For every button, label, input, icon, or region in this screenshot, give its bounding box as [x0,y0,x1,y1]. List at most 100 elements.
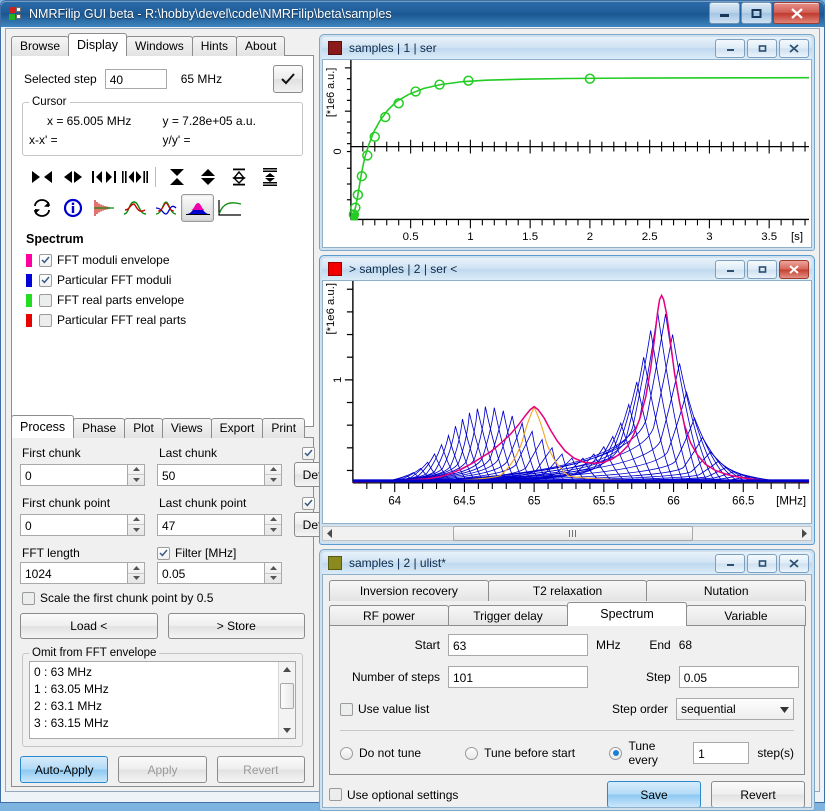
refresh-icon[interactable] [26,195,57,221]
close-button[interactable] [779,259,809,279]
ulist-revert-button[interactable]: Revert [711,781,805,807]
radio-button[interactable] [609,746,623,760]
spin-down-icon[interactable] [265,525,281,535]
first-chunk-point-input[interactable]: 0 [20,513,128,536]
spin-down-icon[interactable] [128,574,144,584]
tab-views[interactable]: Views [161,418,212,438]
expand-horizontal-icon[interactable] [119,164,150,190]
tab-display[interactable]: Display [68,33,128,56]
chart-window-ser1[interactable]: samples | 1 | ser [*1e6 a.u.] 0 0.5 1 1.… [319,34,815,251]
maximize-button[interactable] [747,38,777,58]
legend-item-particular-fft-moduli[interactable]: Particular FFT moduli [26,270,305,290]
radio-button[interactable] [340,746,353,760]
checkbox-use-optional-settings[interactable] [329,788,342,801]
fit-vertical-icon[interactable] [223,164,254,190]
checkbox-scale-first-chunk-point[interactable] [22,591,35,605]
tab-phase[interactable]: Phase [73,418,126,438]
minimize-button[interactable] [715,259,745,279]
spin-up-icon[interactable] [265,465,281,475]
ulist-tab-inversion-recovery[interactable]: Inversion recovery [329,580,489,601]
store-button[interactable]: > Store [167,613,305,639]
spin-up-icon[interactable] [265,563,281,574]
step-order-select[interactable]: sequential [676,698,794,720]
scale-first-chunk-row[interactable]: Scale the first chunk point by 0.5 [22,591,305,605]
radio-do-not-tune[interactable]: Do not tune [340,746,465,760]
tab-print[interactable]: Print [262,418,306,438]
scrollbar-thumb[interactable] [280,683,294,709]
tune-every-input[interactable]: 1 [693,742,750,764]
omit-list-scrollbar[interactable] [278,662,295,738]
checkbox-particular-fft-real-parts[interactable] [39,313,52,327]
spin-up-icon[interactable] [128,465,144,475]
zoom-in-vertical-icon[interactable] [161,164,192,190]
zoom-in-horizontal-icon[interactable] [26,164,57,190]
minimize-button[interactable] [709,2,740,24]
legend-item-fft-real-parts-envelope[interactable]: FFT real parts envelope [26,290,305,310]
last-chunk-input[interactable]: 50 [157,463,265,486]
tab-export[interactable]: Export [210,418,264,438]
minimize-button[interactable] [715,553,745,573]
evaluation-curve-icon[interactable] [214,195,245,221]
ulist-tab-rf-power[interactable]: RF power [329,605,449,626]
maximize-button[interactable] [747,259,777,279]
checkbox-last-chunk-default[interactable] [302,446,315,460]
close-button[interactable] [779,553,809,573]
save-button[interactable]: Save [607,781,701,807]
spin-down-icon[interactable] [128,475,144,485]
tab-plot[interactable]: Plot [124,418,163,438]
legend-item-fft-moduli-envelope[interactable]: FFT moduli envelope [26,250,305,270]
close-button[interactable] [779,38,809,58]
chart-window-ser1-plot[interactable]: [*1e6 a.u.] 0 0.5 1 1.5 2 2.5 3 3.5 [s] [322,59,812,248]
filter-spinner[interactable]: 0.05 [157,562,282,584]
checkbox-use-value-list[interactable] [340,702,353,716]
last-chunk-spinner[interactable]: 50 [157,463,282,486]
checkbox-filter[interactable] [157,546,170,560]
chart-window-ser1-titlebar[interactable]: samples | 1 | ser [322,37,812,59]
omit-listbox[interactable]: 0 : 63 MHz 1 : 63.05 MHz 2 : 63.1 MHz 3 … [29,661,296,739]
selected-step-input[interactable]: 40 [104,69,167,89]
ulist-tab-trigger-delay[interactable]: Trigger delay [448,605,568,626]
spin-down-icon[interactable] [128,525,144,535]
chart-window-ser2-plot[interactable]: [*1e6 a.u.] 1 64 64.5 65 65.5 66 66.5 [M… [322,280,812,524]
fft-real-icon[interactable] [119,195,150,221]
scroll-right-icon[interactable] [797,529,811,538]
fft-length-arrows[interactable] [128,562,145,584]
list-item[interactable]: 2 : 63.1 MHz [34,698,291,715]
checkbox-fft-real-parts-envelope[interactable] [39,293,52,307]
close-button[interactable] [773,2,820,24]
auto-apply-button[interactable]: Auto-Apply [20,756,109,783]
fid-icon[interactable] [88,195,119,221]
first-chunk-arrows[interactable] [128,463,145,486]
last-chunk-point-input[interactable]: 47 [157,513,265,536]
step-input[interactable]: 0.05 [678,666,799,688]
list-item[interactable]: 1 : 63.05 MHz [34,681,291,698]
ulist-window[interactable]: samples | 2 | ulist* Inversion recovery … [319,549,815,811]
zoom-out-horizontal-icon[interactable] [57,164,88,190]
last-chunk-point-spinner[interactable]: 47 [157,513,282,536]
spin-down-icon[interactable] [265,574,281,584]
last-chunk-arrows[interactable] [265,463,282,486]
list-item[interactable]: 3 : 63.15 MHz [34,715,291,732]
list-item[interactable]: 0 : 63 MHz [34,664,291,681]
fit-horizontal-icon[interactable] [88,164,119,190]
tab-about[interactable]: About [236,36,286,56]
load-button[interactable]: Load < [20,613,158,639]
ulist-tab-variable[interactable]: Variable [686,605,806,626]
tab-windows[interactable]: Windows [126,36,193,56]
apply-step-button[interactable] [273,65,303,93]
fft-length-input[interactable]: 1024 [20,562,128,584]
maximize-button[interactable] [741,2,772,24]
first-chunk-point-spinner[interactable]: 0 [20,513,145,536]
spin-up-icon[interactable] [128,515,144,525]
chart-window-ser2[interactable]: > samples | 2 | ser < [*1e6 a.u.] 1 64 6… [319,255,815,545]
fft-length-spinner[interactable]: 1024 [20,562,145,584]
scroll-left-icon[interactable] [323,529,337,538]
scroll-up-icon[interactable] [279,662,295,677]
checkbox-fft-moduli-envelope[interactable] [39,253,52,267]
tab-process[interactable]: Process [11,415,75,438]
ulist-tab-t2-relaxation[interactable]: T2 relaxation [487,580,648,601]
spin-up-icon[interactable] [265,515,281,525]
last-chunk-point-arrows[interactable] [265,513,282,536]
fft-envelope-icon[interactable] [181,194,214,222]
filter-arrows[interactable] [265,562,282,584]
